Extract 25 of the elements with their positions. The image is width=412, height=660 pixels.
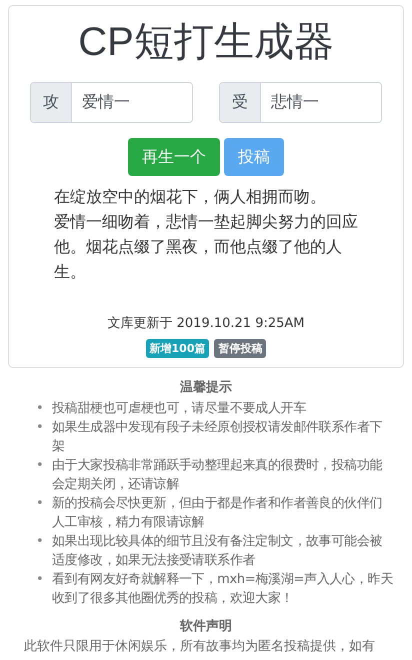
bullet-mark: • xyxy=(36,419,45,437)
input-label: 攻 xyxy=(31,83,72,122)
section-heading: 温馨提示 xyxy=(179,379,233,397)
tip-item: 如果出现比较具体的细节且没有备注定制文，故事可能会被适度修改，如果无法接受请联系作者 xyxy=(52,533,384,570)
tip-item: 由于大家投稿非常踊跃手动整理起来真的很费时，投稿功能会定期关闭，还请谅解 xyxy=(52,457,384,494)
disclaimer-text: 此软件只限用于休闲娱乐，所有故事均为匿名投稿提供，如有 xyxy=(23,638,376,655)
tip-item: 看到有网友好奇就解释一下，mxh=梅溪湖=声入人心，昨天收到了很多其他圈优秀的投稿，欢迎大家！ xyxy=(52,571,394,608)
tip-item: 如果生成器中发现有段子未经原创授权请发邮件联系作者下架 xyxy=(52,419,384,456)
bullet-mark: • xyxy=(36,495,45,513)
story-text: 在绽放空中的烟花下，俩人相拥而吻。 xyxy=(54,186,327,208)
status-badge: 暂停投稿 xyxy=(214,339,266,358)
bullet-mark: • xyxy=(36,457,45,475)
app-title: CP短打生成器 xyxy=(77,19,335,66)
bullet-mark: • xyxy=(36,533,45,551)
tip-item: 新的投稿会尽快更新，但由于都是作者和作者善良的伙伴们人工审核，精力有限请谅解 xyxy=(52,495,384,532)
story-text: 爱情一细吻着，悲情一垫起脚尖努力的回应他。烟花点缀了黑夜，而他点缀了他的人生。 xyxy=(54,211,359,283)
input-field[interactable]: 攻 爱情一 xyxy=(30,82,193,123)
input-field[interactable]: 受 悲情一 xyxy=(219,82,382,123)
tip-item: 投稿甜梗也可虐梗也可，请尽量不要成人开车 xyxy=(52,400,308,418)
bullet-mark: • xyxy=(36,571,45,589)
bullet-mark: • xyxy=(36,400,45,418)
status-badge: 新增100篇 xyxy=(146,339,210,358)
input-label: 受 xyxy=(220,83,261,122)
update-info: 文库更新于 2019.10.21 9:25AM xyxy=(106,315,306,332)
section-heading: 软件声明 xyxy=(178,618,233,636)
